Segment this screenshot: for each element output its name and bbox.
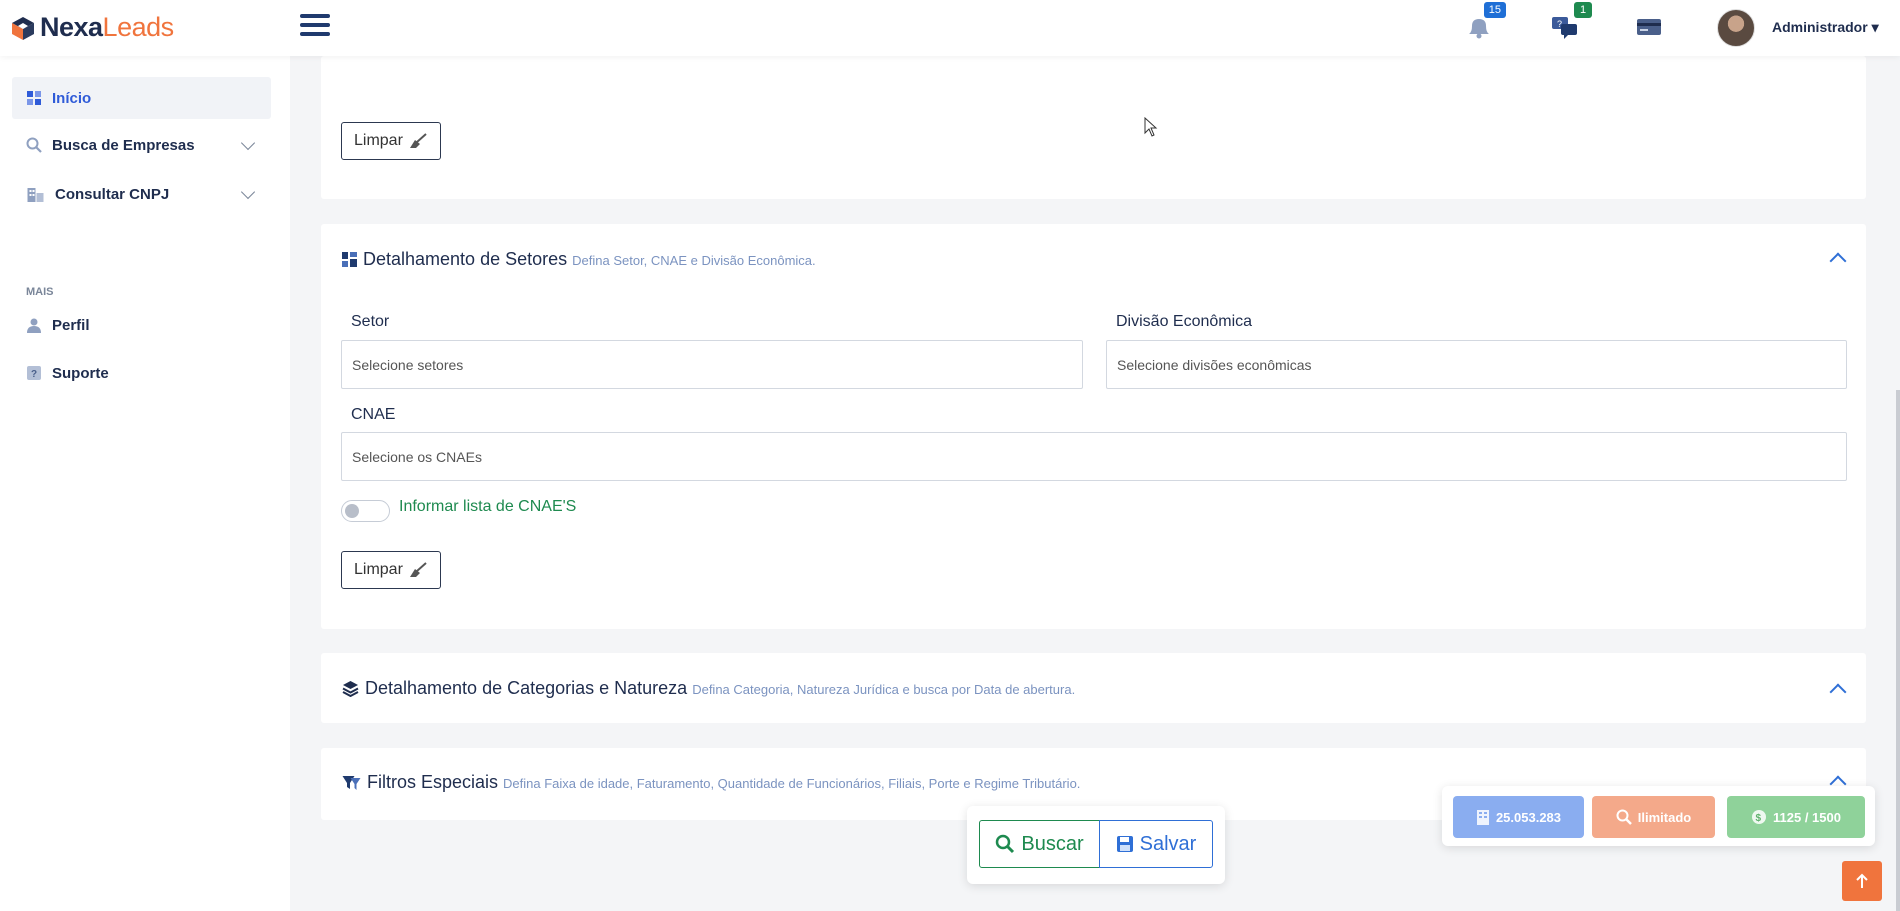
sidebar-item-label: Busca de Empresas [52, 136, 195, 154]
divisao-label: Divisão Econômica [1116, 313, 1253, 330]
help-icon: ? [27, 366, 41, 380]
sidebar: Início Busca de Empresas Consultar CNPJ … [0, 56, 290, 911]
chevron-down-icon [240, 184, 256, 200]
special-filters-card-header[interactable]: Filtros Especiais Defina Faixa de idade,… [341, 772, 1080, 793]
sidebar-item-label: Início [52, 89, 92, 107]
companies-count-badge[interactable]: 25.053.283 [1453, 796, 1584, 838]
scroll-to-top-button[interactable] [1842, 861, 1882, 901]
sectors-card-subtitle: Defina Setor, CNAE e Divisão Econômica. [572, 253, 816, 268]
mouse-cursor-icon [1144, 117, 1158, 137]
grid-icon [342, 252, 357, 267]
sidebar-item-busca-empresas[interactable]: Busca de Empresas [12, 124, 271, 166]
clear-button-label: Limpar [354, 561, 403, 578]
user-icon [27, 318, 41, 333]
coin-icon: $ [1752, 810, 1767, 824]
sidebar-item-perfil[interactable]: Perfil [12, 304, 271, 346]
sidebar-item-suporte[interactable]: ? Suporte [12, 352, 271, 394]
sidebar-item-label: Suporte [52, 364, 109, 382]
usage-stats-bar: 25.053.283 Ilimitado $ 1125 / 1500 [1442, 786, 1875, 846]
top-bar: Nexa Leads 15 ? 1 Administrador ▾ [0, 0, 1900, 56]
setor-select[interactable]: Selecione setores [341, 340, 1083, 389]
messages-button[interactable]: ? 1 [1550, 2, 1592, 40]
menu-toggle-button[interactable] [300, 14, 330, 40]
search-button-label: Buscar [1021, 832, 1084, 855]
building-icon [27, 188, 44, 202]
divisao-select[interactable]: Selecione divisões econômicas [1106, 340, 1847, 389]
logo-text-leads: Leads [102, 12, 175, 42]
filter-card-top: Limpar [321, 56, 1866, 199]
avatar[interactable] [1717, 9, 1755, 47]
logo-cube-icon [12, 16, 34, 40]
cnae-label: CNAE [351, 406, 396, 423]
searches-badge[interactable]: Ilimitado [1592, 796, 1715, 838]
companies-count: 25.053.283 [1495, 809, 1562, 825]
special-filters-card-title: Filtros Especiais [367, 772, 499, 792]
arrow-up-icon [1856, 873, 1868, 888]
cnae-list-toggle[interactable] [341, 500, 390, 522]
broom-icon [409, 133, 427, 148]
save-button-label: Salvar [1139, 832, 1197, 855]
categories-card: Detalhamento de Categorias e Natureza De… [321, 653, 1866, 723]
setor-label: Setor [351, 313, 390, 330]
sidebar-section-label: MAIS [26, 286, 54, 298]
layers-icon [342, 681, 359, 697]
page-scrollbar[interactable] [1896, 390, 1900, 911]
sectors-card-title: Detalhamento de Setores [363, 249, 568, 269]
hamburger-bar [300, 23, 330, 27]
cnae-list-toggle-label: Informar lista de CNAE'S [399, 498, 577, 515]
credits-value: 1125 / 1500 [1773, 809, 1841, 825]
sidebar-item-consultar-cnpj[interactable]: Consultar CNPJ [12, 173, 271, 215]
broom-icon [409, 562, 427, 577]
logo-text-nexa: Nexa [40, 12, 103, 42]
credit-card-icon [1637, 19, 1661, 35]
search-icon [26, 137, 42, 153]
chevron-down-icon [240, 135, 256, 151]
cnae-select[interactable]: Selecione os CNAEs [341, 432, 1847, 481]
hamburger-bar [300, 14, 330, 18]
sidebar-item-label: Consultar CNPJ [55, 185, 170, 203]
sidebar-item-inicio[interactable]: Início [12, 77, 271, 119]
clear-sectors-button[interactable]: Limpar [341, 551, 441, 589]
dashboard-icon [27, 91, 41, 105]
user-menu-dropdown[interactable]: Administrador ▾ [1772, 19, 1879, 36]
special-filters-card-subtitle: Defina Faixa de idade, Faturamento, Quan… [503, 776, 1081, 791]
search-actions-bar: Buscar Salvar [967, 806, 1225, 884]
toggle-knob [345, 504, 359, 518]
clear-button[interactable]: Limpar [341, 122, 441, 160]
search-icon [1616, 809, 1632, 825]
filter-icon [342, 776, 361, 790]
categories-card-header[interactable]: Detalhamento de Categorias e Natureza De… [341, 678, 1075, 699]
notifications-badge: 15 [1483, 2, 1506, 18]
categories-card-title: Detalhamento de Categorias e Natureza [365, 678, 688, 698]
chevron-up-icon[interactable] [1829, 252, 1847, 270]
credits-badge[interactable]: $ 1125 / 1500 [1727, 796, 1865, 838]
messages-badge: 1 [1574, 2, 1592, 18]
svg-text:$: $ [1756, 813, 1762, 824]
search-button[interactable]: Buscar [979, 820, 1100, 868]
hamburger-bar [300, 32, 330, 36]
sidebar-item-label: Perfil [52, 316, 90, 334]
building-icon [1476, 810, 1489, 825]
clear-button-label: Limpar [354, 132, 403, 149]
searches-value: Ilimitado [1637, 809, 1692, 825]
search-icon [996, 834, 1015, 854]
sectors-card: Detalhamento de Setores Defina Setor, CN… [321, 224, 1866, 629]
chevron-up-icon[interactable] [1829, 683, 1847, 701]
save-icon [1116, 836, 1133, 852]
save-button[interactable]: Salvar [1099, 820, 1213, 868]
notifications-button[interactable]: 15 [1464, 2, 1506, 40]
billing-button[interactable] [1634, 14, 1664, 40]
sectors-card-header[interactable]: Detalhamento de Setores Defina Setor, CN… [341, 249, 816, 270]
categories-card-subtitle: Defina Categoria, Natureza Jurídica e bu… [692, 682, 1076, 697]
svg-text:?: ? [31, 369, 37, 380]
logo[interactable]: Nexa Leads [10, 12, 174, 43]
